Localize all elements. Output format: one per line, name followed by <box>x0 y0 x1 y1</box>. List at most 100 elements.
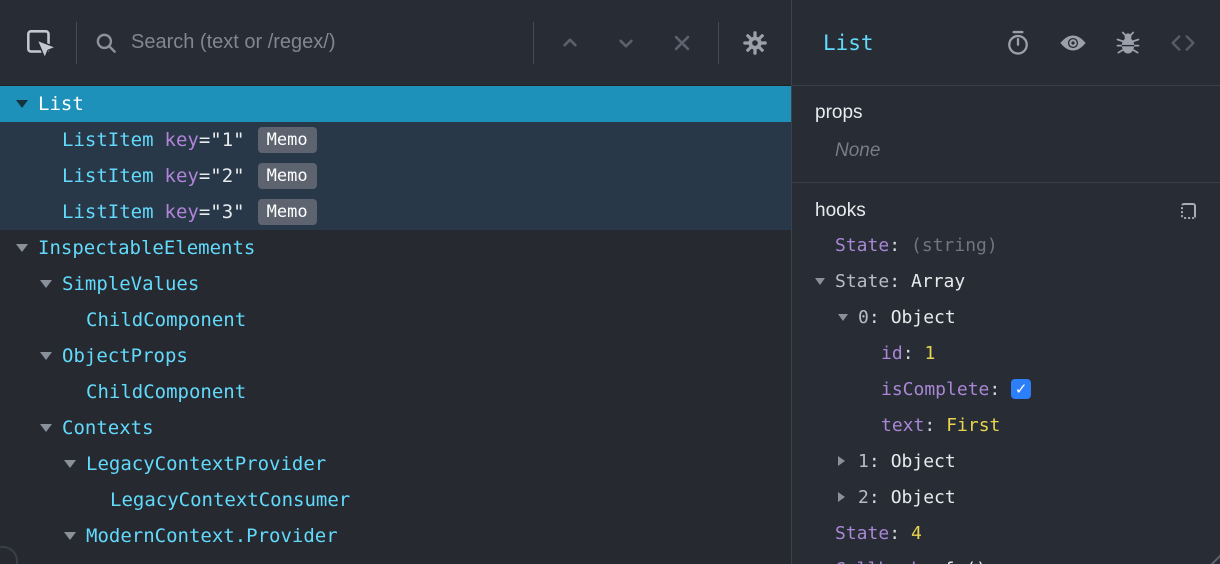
expander-right-icon[interactable] <box>838 492 858 502</box>
hook-row-state[interactable]: State: (string) <box>792 227 1220 263</box>
hook-row-id[interactable]: id:1 <box>792 335 1220 371</box>
expander-down-icon[interactable] <box>40 280 62 288</box>
log-component-button[interactable] <box>1113 28 1143 58</box>
tree-row-legacycontextprovider[interactable]: LegacyContextProvider <box>0 446 791 482</box>
component-name: ListItem <box>62 165 154 187</box>
settings-button[interactable] <box>735 23 775 63</box>
hook-name: isComplete <box>881 378 990 400</box>
tree-row-listitem[interactable]: ListItem key="3" Memo <box>0 194 791 230</box>
expander-down-icon[interactable] <box>64 460 86 468</box>
component-name: ModernContext.Provider <box>86 525 338 547</box>
expander-down-icon[interactable] <box>838 313 858 321</box>
tree-row-childcomponent[interactable]: ChildComponent <box>0 302 791 338</box>
hook-name: Callback <box>835 559 922 564</box>
hook-value: 4 <box>911 522 922 544</box>
selected-component-title: List <box>823 30 874 55</box>
tree-row-moderncontext-provider[interactable]: ModernContext.Provider <box>0 518 791 554</box>
hook-row-0[interactable]: 0: Object <box>792 299 1220 335</box>
props-empty-value: None <box>835 140 881 161</box>
tree-row-listitem[interactable]: ListItem key="2" Memo <box>0 158 791 194</box>
suspend-toggle-button[interactable] <box>1003 28 1033 58</box>
tree-row-legacycontextconsumer[interactable]: LegacyContextConsumer <box>0 482 791 518</box>
toolbar-divider <box>76 21 77 64</box>
view-source-button[interactable] <box>1168 28 1198 58</box>
tree-row-list[interactable]: List <box>0 86 791 122</box>
hook-name: 0 <box>858 306 869 328</box>
hook-colon: : <box>924 414 936 436</box>
previous-result-button[interactable] <box>550 23 590 63</box>
tree-row-childcomponent[interactable]: ChildComponent <box>0 374 791 410</box>
hook-value: Object <box>890 306 956 328</box>
search-input[interactable] <box>129 30 517 55</box>
hook-colon: : <box>889 522 901 544</box>
hook-colon: : <box>868 450 880 472</box>
hook-value: Array <box>911 270 966 292</box>
close-icon <box>674 35 690 50</box>
detail-header-actions <box>1003 28 1198 58</box>
next-result-button[interactable] <box>606 23 646 63</box>
hook-row-callback[interactable]: Callback: f () <box>792 551 1220 564</box>
hooks-label: hooks <box>815 200 866 221</box>
hook-colon: : <box>889 234 901 256</box>
memo-badge: Memo <box>257 163 317 189</box>
load-hook-names-icon[interactable] <box>1181 203 1196 219</box>
search-box <box>93 30 517 56</box>
tree-row-moderncontext-consumer[interactable]: ModernContext.Consumer <box>0 554 791 564</box>
tree-row-listitem[interactable]: ListItem key="1" Memo <box>0 122 791 158</box>
chevron-down-icon <box>619 39 633 48</box>
hook-value: Object <box>890 450 956 472</box>
component-name: ListItem <box>62 201 154 223</box>
key-attribute: key="2" <box>165 165 245 187</box>
tree-row-contexts[interactable]: Contexts <box>0 410 791 446</box>
tree-row-simplevalues[interactable]: SimpleValues <box>0 266 791 302</box>
component-name: List <box>38 93 84 115</box>
props-section: props None <box>792 86 1220 183</box>
expander-down-icon[interactable] <box>40 352 62 360</box>
hook-row-1[interactable]: 1: Object <box>792 443 1220 479</box>
hook-value: f () <box>944 559 987 564</box>
hook-row-text[interactable]: text: First <box>792 407 1220 443</box>
hook-row-iscomplete[interactable]: isComplete: ✓ <box>792 371 1220 407</box>
expander-down-icon[interactable] <box>815 277 835 285</box>
inspect-element-button[interactable] <box>20 23 60 63</box>
component-name: InspectableElements <box>38 237 256 259</box>
hook-value: 1 <box>924 342 936 364</box>
component-name: ObjectProps <box>62 345 188 367</box>
hook-name: 1 <box>858 450 869 472</box>
tree-row-objectprops[interactable]: ObjectProps <box>0 338 791 374</box>
clear-search-button[interactable] <box>662 23 702 63</box>
hook-name: State <box>835 522 890 544</box>
hook-colon: : <box>989 378 1001 400</box>
component-name: ChildComponent <box>86 381 247 403</box>
chevron-up-icon <box>563 37 577 46</box>
key-attribute-value: ="2" <box>198 165 245 187</box>
hooks-header: hooks <box>792 183 1220 227</box>
hook-name: State <box>835 270 890 292</box>
tree-row-inspectableelements[interactable]: InspectableElements <box>0 230 791 266</box>
toolbar-divider <box>533 21 534 64</box>
component-name: Contexts <box>62 417 154 439</box>
memo-badge: Memo <box>257 127 317 153</box>
expander-down-icon[interactable] <box>40 424 62 432</box>
key-attribute: key="3" <box>165 201 245 223</box>
key-attribute-name: key <box>164 201 199 223</box>
hook-name: id <box>881 342 903 364</box>
expander-down-icon[interactable] <box>16 244 38 252</box>
hook-row-state[interactable]: State: Array <box>792 263 1220 299</box>
hook-colon: : <box>902 342 914 364</box>
expander-right-icon[interactable] <box>838 456 858 466</box>
expander-down-icon[interactable] <box>16 100 38 108</box>
hooks-tree: State: (string) State: Array 0: Object id:1 isC… <box>792 227 1220 564</box>
hook-row-state[interactable]: State:4 <box>792 515 1220 551</box>
component-name: ChildComponent <box>86 309 247 331</box>
key-attribute-value: ="1" <box>198 129 245 151</box>
hooks-section: hooks State: (string) State: Array 0: Object i… <box>792 183 1220 564</box>
expander-down-icon[interactable] <box>64 532 86 540</box>
key-attribute: key="1" <box>165 129 245 151</box>
search-nav-group <box>550 23 702 63</box>
inspect-dom-button[interactable] <box>1058 28 1088 58</box>
component-details-panel: List props None hooks State: (string) S… <box>792 0 1220 564</box>
gear-icon <box>743 30 767 55</box>
iscomplete-checkbox[interactable]: ✓ <box>1011 379 1032 399</box>
hook-row-2[interactable]: 2: Object <box>792 479 1220 515</box>
